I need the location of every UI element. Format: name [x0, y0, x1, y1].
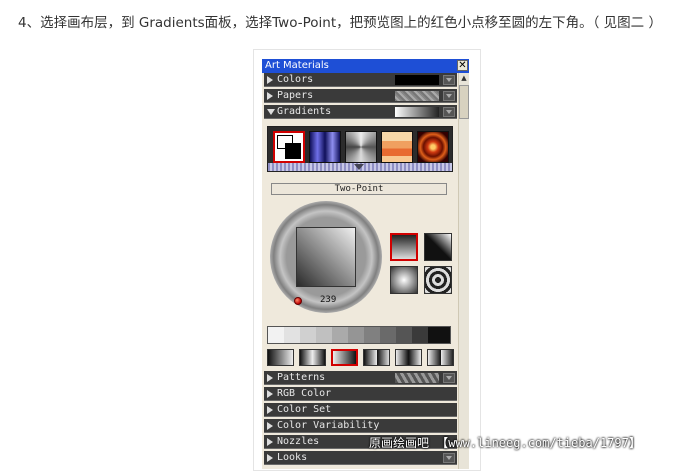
- expand-arrow-icon[interactable]: [267, 422, 273, 430]
- section-label: Nozzles: [277, 436, 320, 447]
- order-right-to-left[interactable]: [331, 349, 358, 366]
- gradient-type-radial[interactable]: [390, 266, 418, 294]
- gradient-order-buttons: [267, 349, 457, 367]
- dropdown-icon[interactable]: [443, 453, 455, 463]
- drawer-arrow-icon[interactable]: [354, 164, 364, 170]
- section-label: RGB Color: [277, 388, 332, 399]
- gradient-name-field: Two-Point: [271, 183, 447, 195]
- section-label: Colors: [277, 74, 314, 85]
- section-looks[interactable]: Looks: [264, 451, 457, 465]
- gradient-preview-ring[interactable]: 239: [270, 201, 382, 313]
- gradient-type-linear[interactable]: [390, 233, 418, 261]
- pattern-swatch[interactable]: [395, 373, 439, 383]
- expand-arrow-icon[interactable]: [267, 406, 273, 414]
- order-double[interactable]: [363, 349, 390, 366]
- gradient-type-spiral[interactable]: [424, 266, 452, 294]
- scroll-up-icon[interactable]: ▲: [459, 73, 469, 83]
- section-label: Color Set: [277, 404, 332, 415]
- order-mirror[interactable]: [299, 349, 326, 366]
- section-rgb-color[interactable]: RGB Color: [264, 387, 457, 401]
- expand-arrow-icon[interactable]: [267, 76, 273, 84]
- section-gradients[interactable]: Gradients: [264, 105, 457, 119]
- gradient-thumb-blue[interactable]: [309, 131, 341, 163]
- angle-handle-dot[interactable]: [294, 297, 302, 305]
- gradient-preview-square: [296, 227, 356, 287]
- library-drawer-strip[interactable]: [268, 163, 452, 171]
- dropdown-icon[interactable]: [443, 373, 455, 383]
- watermark-text: 原画绘画吧 【www.lineeg.com/tieba/1797】: [369, 436, 641, 450]
- scroll-thumb[interactable]: [459, 85, 469, 119]
- expand-arrow-icon[interactable]: [267, 92, 273, 100]
- order-left-to-right[interactable]: [267, 349, 294, 366]
- expand-arrow-icon[interactable]: [267, 374, 273, 382]
- gradient-swatch[interactable]: [395, 107, 439, 117]
- expand-arrow-icon[interactable]: [267, 438, 273, 446]
- panel-titlebar[interactable]: Art Materials ✕: [262, 59, 469, 73]
- paper-swatch[interactable]: [395, 91, 439, 101]
- dropdown-icon[interactable]: [443, 75, 455, 85]
- expand-arrow-icon[interactable]: [267, 390, 273, 398]
- section-patterns[interactable]: Patterns: [264, 371, 457, 385]
- angle-readout: 239: [320, 295, 337, 305]
- art-materials-panel: Art Materials ✕ ▲ Colors Papers Gradient…: [262, 59, 469, 469]
- section-label: Gradients: [277, 106, 332, 117]
- section-color-set[interactable]: Color Set: [264, 403, 457, 417]
- gradient-thumb-two-point[interactable]: [273, 131, 305, 163]
- expand-arrow-icon[interactable]: [267, 454, 273, 462]
- instruction-text: 4、选择画布层，到 Gradients面板，选择Two-Point，把预览图上的…: [18, 15, 662, 31]
- gradient-thumb-metal[interactable]: [345, 131, 377, 163]
- gradient-type-circular[interactable]: [424, 233, 452, 261]
- section-papers[interactable]: Papers: [264, 89, 457, 103]
- dropdown-icon[interactable]: [443, 91, 455, 101]
- gradient-library: [267, 126, 453, 172]
- dropdown-icon[interactable]: [443, 107, 455, 117]
- order-double-reverse[interactable]: [427, 349, 454, 366]
- section-colors[interactable]: Colors: [264, 73, 457, 87]
- order-mirror-reverse[interactable]: [395, 349, 422, 366]
- section-color-variability[interactable]: Color Variability: [264, 419, 457, 433]
- panel-title: Art Materials: [265, 60, 329, 71]
- section-label: Color Variability: [277, 420, 380, 431]
- section-label: Papers: [277, 90, 314, 101]
- panel-scrollbar[interactable]: ▲: [458, 73, 469, 469]
- color-swatch[interactable]: [395, 75, 439, 85]
- close-icon[interactable]: ✕: [457, 60, 468, 71]
- gradient-thumb-orange[interactable]: [381, 131, 413, 163]
- collapse-arrow-icon[interactable]: [267, 109, 275, 115]
- gradient-thumb-spiral[interactable]: [417, 131, 449, 163]
- gradient-ramp[interactable]: [267, 326, 451, 344]
- section-label: Looks: [277, 452, 308, 463]
- section-label: Patterns: [277, 372, 326, 383]
